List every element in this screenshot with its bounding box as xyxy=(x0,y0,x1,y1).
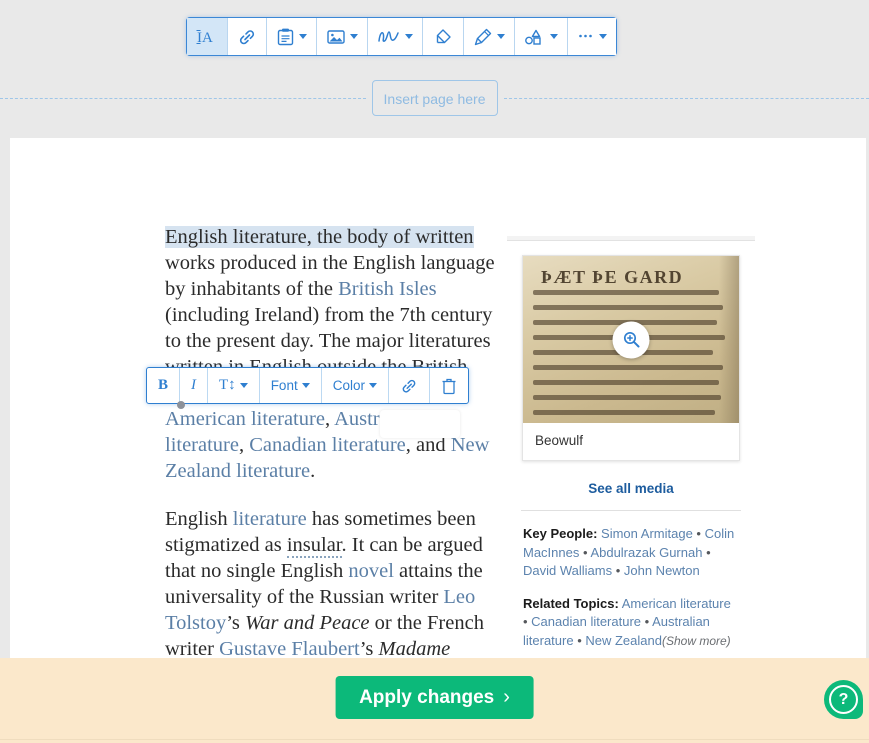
chevron-right-icon: › xyxy=(503,686,510,709)
chevron-down-icon xyxy=(599,34,607,39)
insert-page-row: Insert page here xyxy=(0,78,869,118)
insert-divider-right xyxy=(504,98,869,99)
italic-button[interactable]: I xyxy=(180,368,208,403)
toolbar-button-more[interactable] xyxy=(568,18,616,55)
selection-handle[interactable] xyxy=(177,401,185,409)
media-sidebar: ÞÆT ÞE GARD Beowulf xyxy=(507,236,755,693)
article-link[interactable]: novel xyxy=(348,560,394,582)
article-link[interactable]: British Isles xyxy=(338,278,437,300)
chevron-down-icon xyxy=(550,34,558,39)
media-card[interactable]: ÞÆT ÞE GARD Beowulf xyxy=(522,255,740,461)
key-people-block: Key People: Simon Armitage • Colin MacIn… xyxy=(523,525,739,581)
main-annotation-toolbar: I A xyxy=(186,17,617,56)
apply-changes-button[interactable]: Apply changes › xyxy=(335,676,534,719)
bottom-action-bar: Apply changes › xyxy=(0,658,869,743)
see-all-media-link[interactable]: See all media xyxy=(507,481,755,496)
trash-icon xyxy=(441,377,457,395)
toolbar-button-link[interactable] xyxy=(228,18,267,55)
top-toolbar-band: I A xyxy=(0,0,869,138)
article-heading-line: English literature, the body of written xyxy=(165,224,495,250)
color-label: Color xyxy=(333,378,365,393)
text-occluding-popup xyxy=(380,410,460,438)
key-people-label: Key People: xyxy=(523,526,597,541)
article-link[interactable]: American literature xyxy=(165,408,325,430)
text-size-label: T↕ xyxy=(219,377,236,394)
manuscript-image[interactable]: ÞÆT ÞE GARD xyxy=(523,256,739,423)
toolbar-button-freehand[interactable] xyxy=(368,18,423,55)
media-divider xyxy=(521,510,741,511)
bottom-hairline xyxy=(0,739,869,740)
article-text: ’s xyxy=(360,638,379,660)
fact-link[interactable]: Canadian literature xyxy=(531,614,641,629)
chevron-down-icon xyxy=(240,383,248,388)
toolbar-button-text-format[interactable]: I A xyxy=(187,18,228,55)
article-link[interactable]: literature xyxy=(233,508,307,530)
note-icon xyxy=(276,27,295,47)
svg-text:A: A xyxy=(202,30,213,46)
fact-link[interactable]: American literature xyxy=(622,596,731,611)
article-text: ’s xyxy=(226,612,245,634)
image-icon xyxy=(326,27,346,47)
link-icon xyxy=(400,377,418,395)
link-icon xyxy=(237,27,257,47)
chevron-down-icon xyxy=(369,383,377,388)
shapes-icon xyxy=(524,27,546,47)
text-size-button[interactable]: T↕ xyxy=(208,368,260,403)
toolbar-button-eraser[interactable] xyxy=(423,18,464,55)
magnifier-plus-icon xyxy=(621,330,641,350)
text-format-icon: I A xyxy=(196,27,218,47)
chevron-down-icon xyxy=(302,383,310,388)
delete-button[interactable] xyxy=(430,368,468,403)
insert-link-button[interactable] xyxy=(389,368,430,403)
article-text: English xyxy=(165,508,233,530)
manuscript-title-text: ÞÆT ÞE GARD xyxy=(541,267,683,288)
more-ellipsis-icon xyxy=(577,27,595,47)
eraser-icon xyxy=(432,27,454,47)
highlighter-icon xyxy=(473,27,493,47)
toolbar-button-image[interactable] xyxy=(317,18,368,55)
chevron-down-icon xyxy=(350,34,358,39)
media-caption: Beowulf xyxy=(523,423,739,460)
question-mark-icon: ? xyxy=(829,685,858,714)
fact-link[interactable]: Abdulrazak Gurnah xyxy=(590,545,702,560)
article-link[interactable]: Gustave Flaubert xyxy=(219,638,360,660)
insert-divider-left xyxy=(0,98,366,99)
freehand-draw-icon xyxy=(377,27,401,47)
chevron-down-icon xyxy=(299,34,307,39)
zoom-image-button[interactable] xyxy=(613,321,650,358)
article-text: inhabitants of the xyxy=(191,278,338,300)
fact-link[interactable]: Simon Armitage xyxy=(601,526,693,541)
fact-link[interactable]: New Zealand xyxy=(585,633,662,648)
apply-changes-label: Apply changes xyxy=(359,687,494,709)
article-text: . xyxy=(310,460,315,482)
toolbar-button-note[interactable] xyxy=(267,18,317,55)
fact-link[interactable]: John Newton xyxy=(624,563,700,578)
related-topics-block: Related Topics: American literature • Ca… xyxy=(523,595,739,651)
bold-button[interactable]: B xyxy=(147,368,180,403)
text-format-toolbar: B I T↕ Font Color xyxy=(146,367,469,404)
chevron-down-icon xyxy=(497,34,505,39)
document-page: English literature, the body of written … xyxy=(10,138,866,743)
media-card-top-edge xyxy=(507,236,755,241)
fact-link[interactable]: David Walliams xyxy=(523,563,612,578)
font-label: Font xyxy=(271,378,298,393)
insert-page-button[interactable]: Insert page here xyxy=(372,80,498,116)
related-topics-label: Related Topics: xyxy=(523,596,619,611)
toolbar-button-highlighter[interactable] xyxy=(464,18,515,55)
article-text: , xyxy=(239,434,249,456)
font-button[interactable]: Font xyxy=(260,368,322,403)
color-button[interactable]: Color xyxy=(322,368,389,403)
chevron-down-icon xyxy=(405,34,413,39)
article-text: , xyxy=(325,408,334,430)
show-more-link[interactable]: (Show more) xyxy=(662,634,731,648)
toolbar-button-shapes[interactable] xyxy=(515,18,568,55)
article-term[interactable]: insular xyxy=(287,534,342,558)
article-italic: War and Peace xyxy=(245,612,370,634)
help-button[interactable]: ? xyxy=(824,680,863,719)
